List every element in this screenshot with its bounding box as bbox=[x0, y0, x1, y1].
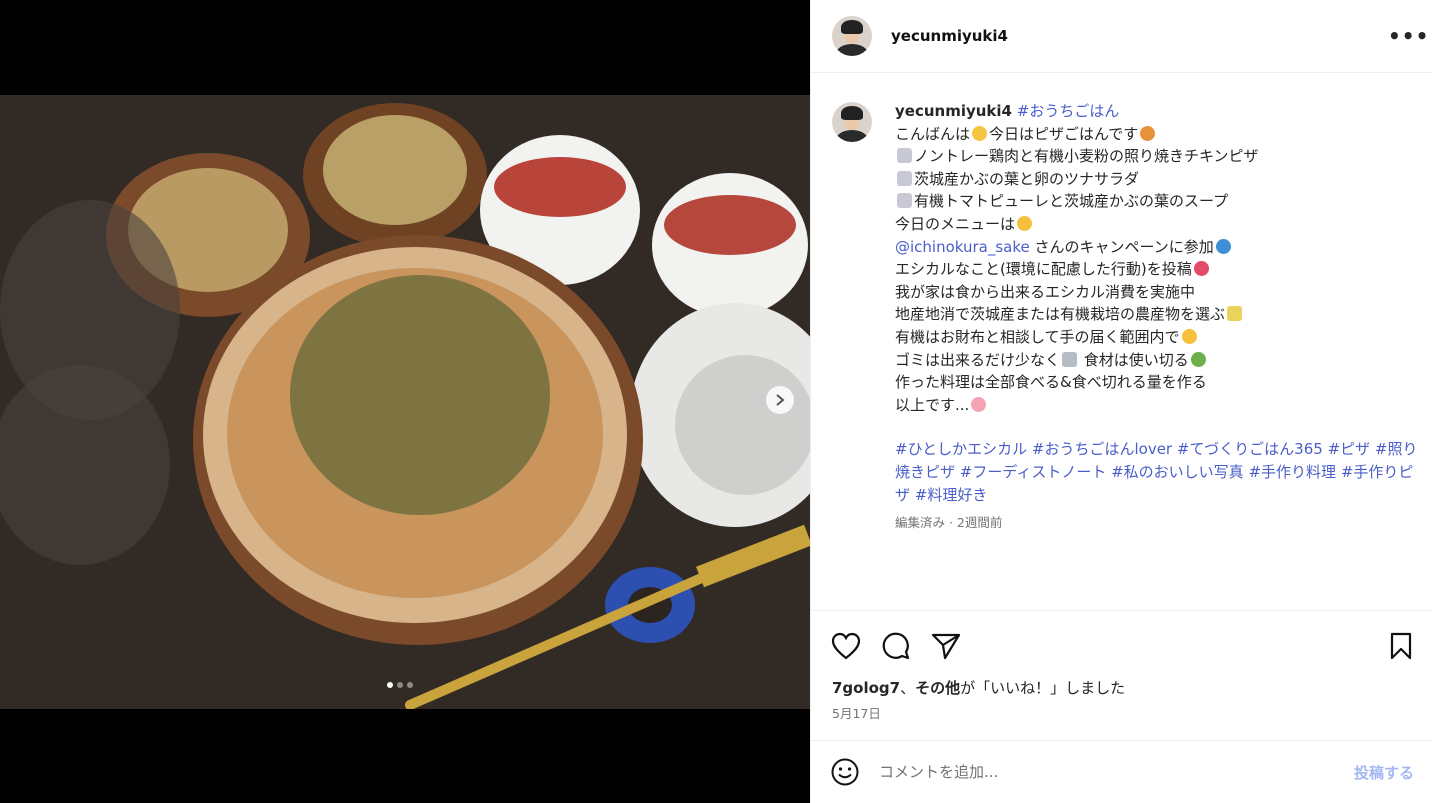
avatar[interactable] bbox=[832, 16, 872, 56]
comment-bar: 投稿する bbox=[811, 740, 1432, 803]
send-icon bbox=[931, 633, 961, 660]
caption-line: 今日はピザごはんです bbox=[989, 124, 1139, 143]
post-comment-button[interactable]: 投稿する bbox=[1354, 762, 1414, 783]
likes-suffix: が「いいね！」しました bbox=[960, 679, 1126, 697]
like-button[interactable] bbox=[829, 629, 863, 663]
caption-line: 今日のメニューは bbox=[895, 214, 1016, 233]
caption-line: 茨城産かぶの葉と卵のツナサラダ bbox=[914, 169, 1140, 188]
slide-dot bbox=[407, 682, 413, 688]
slide-indicator bbox=[387, 682, 413, 688]
hashtag-link[interactable]: #ピザ bbox=[1328, 440, 1371, 458]
caption-body: yecunmiyuki4 #おうちごはん こんばんは 今日はピザごはんです ノント… bbox=[895, 100, 1425, 535]
comment-button[interactable] bbox=[879, 629, 913, 663]
post-header: yecunmiyuki4 ••• bbox=[811, 0, 1432, 73]
more-horizontal-icon[interactable]: ••• bbox=[1388, 24, 1428, 48]
avatar[interactable] bbox=[832, 102, 872, 142]
heart-icon bbox=[831, 632, 861, 660]
plate-emoji-icon bbox=[897, 148, 912, 164]
yum-emoji-icon bbox=[1017, 215, 1033, 231]
comment-icon bbox=[882, 632, 910, 660]
heart-emoji-icon bbox=[1193, 261, 1209, 277]
hashtag-link[interactable]: #おうちごはんlover bbox=[1032, 440, 1172, 458]
sweat-smile-emoji-icon bbox=[1181, 328, 1197, 344]
globe-emoji-icon bbox=[1215, 238, 1231, 254]
header-username[interactable]: yecunmiyuki4 bbox=[891, 27, 1008, 45]
likes-others[interactable]: その他 bbox=[915, 679, 960, 697]
post-panel: yecunmiyuki4 ••• yecunmiyuki4 #おうちごはん こん… bbox=[810, 0, 1432, 803]
hashtag-link[interactable]: #料理好き bbox=[915, 486, 988, 504]
next-slide-button[interactable] bbox=[766, 386, 794, 414]
post-photo bbox=[0, 95, 810, 709]
pizza-emoji-icon bbox=[1140, 125, 1156, 141]
emoji-picker-icon[interactable] bbox=[830, 757, 860, 787]
leafy-green-emoji-icon bbox=[1190, 351, 1206, 367]
likes-separator: 、 bbox=[900, 679, 916, 697]
caption-username[interactable]: yecunmiyuki4 bbox=[895, 102, 1012, 120]
caption-line: 我が家は食から出来るエシカル消費を実施中 bbox=[895, 282, 1196, 301]
post-actions: 7golog7、その他が「いいね！」しました 5月17日 bbox=[811, 610, 1432, 740]
slide-dot bbox=[397, 682, 403, 688]
caption-line: 以上です... bbox=[895, 395, 970, 414]
caption-hashtag[interactable]: #おうちごはん bbox=[1017, 102, 1120, 120]
caption-line: 有機トマトピューレと茨城産かぶの葉のスープ bbox=[914, 192, 1229, 211]
plate-emoji-icon bbox=[897, 170, 912, 186]
mention-link[interactable]: @ichinokura_sake bbox=[895, 238, 1030, 256]
chevron-right-icon bbox=[776, 394, 785, 406]
caption-line: 地産地消で茨城産または有機栽培の農産物を選ぶ bbox=[895, 305, 1226, 324]
corn-emoji-icon bbox=[1227, 306, 1243, 322]
caption-line: さんのキャンペーンに参加 bbox=[1034, 237, 1214, 256]
likes-text: 7golog7、その他が「いいね！」しました bbox=[811, 663, 1432, 698]
caption-line: 作った料理は全部食べる&食べ切れる量を作る bbox=[895, 373, 1207, 392]
caption-line: 食材は使い切る bbox=[1083, 350, 1189, 369]
likes-user[interactable]: 7golog7 bbox=[832, 679, 900, 697]
slide-dot bbox=[387, 682, 393, 688]
hashtag-link[interactable]: #手作り料理 bbox=[1248, 463, 1336, 481]
caption-line: エシカルなこと(環境に配慮した行動)を投稿 bbox=[895, 260, 1192, 279]
post-media bbox=[0, 0, 810, 803]
wastebasket-emoji-icon bbox=[1062, 351, 1078, 367]
comment-input[interactable] bbox=[879, 763, 1354, 781]
post-modal: yecunmiyuki4 ••• yecunmiyuki4 #おうちごはん こん… bbox=[0, 0, 1432, 803]
hashtag-list: #ひとしかエシカル #おうちごはんlover #てづくりごはん365 #ピザ #… bbox=[895, 438, 1425, 506]
smiling-hearts-emoji-icon bbox=[971, 396, 987, 412]
caption-line: こんばんは bbox=[895, 124, 971, 143]
caption-meta: 編集済み · 2週間前 bbox=[895, 515, 1003, 531]
caption: yecunmiyuki4 #おうちごはん こんばんは 今日はピザごはんです ノント… bbox=[832, 100, 1420, 535]
hashtag-link[interactable]: #フーディストノート bbox=[960, 463, 1107, 481]
post-date[interactable]: 5月17日 bbox=[811, 698, 1432, 722]
action-icons bbox=[811, 611, 1432, 663]
hashtag-link[interactable]: #私のおいしい写真 bbox=[1111, 463, 1244, 481]
hashtag-link[interactable]: #てづくりごはん365 bbox=[1177, 440, 1323, 458]
share-button[interactable] bbox=[929, 629, 963, 663]
bookmark-icon bbox=[1390, 632, 1412, 660]
caption-line: ノントレー鶏肉と有機小麦粉の照り焼きチキンピザ bbox=[914, 147, 1259, 166]
hashtag-link[interactable]: #ひとしかエシカル bbox=[895, 440, 1027, 458]
caption-line: 有機はお財布と相談して手の届く範囲内で bbox=[895, 327, 1180, 346]
save-button[interactable] bbox=[1384, 629, 1418, 663]
caption-line: ゴミは出来るだけ少なく bbox=[895, 350, 1061, 369]
sun-emoji-icon bbox=[972, 125, 988, 141]
plate-emoji-icon bbox=[897, 193, 912, 209]
